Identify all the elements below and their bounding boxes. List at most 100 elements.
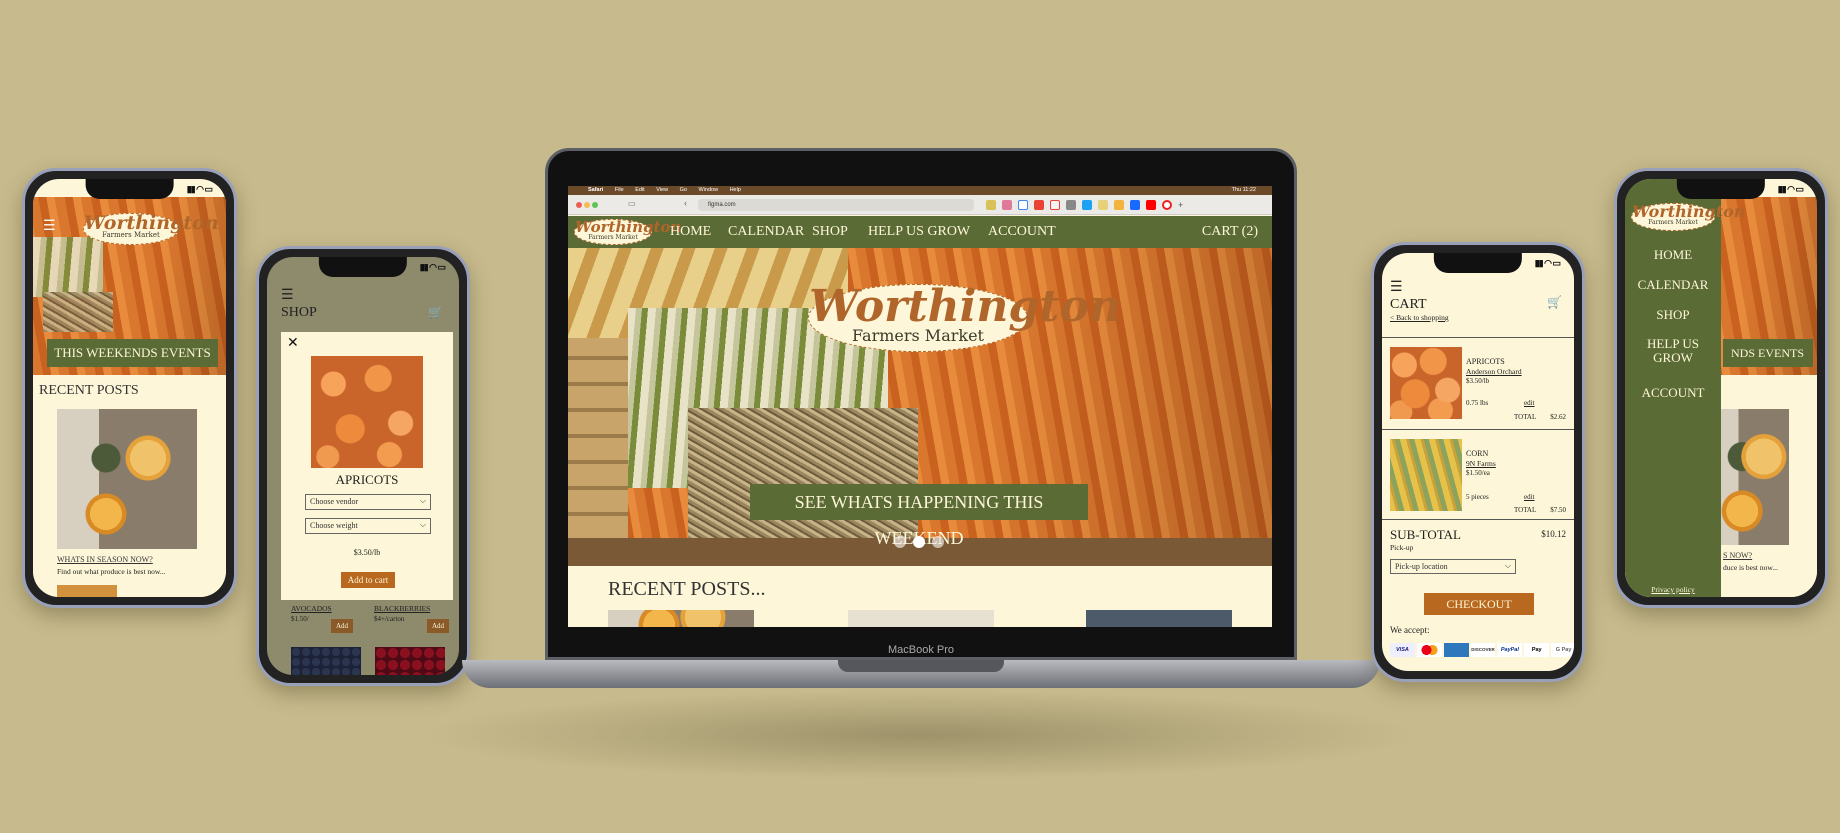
vendor-select[interactable]: Choose vendor ⌵ — [305, 494, 431, 510]
google-icon[interactable] — [1018, 200, 1028, 210]
zoom-window-button[interactable] — [592, 202, 598, 208]
drive-icon[interactable] — [1066, 200, 1076, 210]
menubar-item[interactable]: Window — [698, 187, 718, 193]
grid-item-name[interactable]: BLACKBERRIES — [374, 604, 430, 613]
nav-cart[interactable]: CART (2) — [1202, 224, 1258, 240]
grid-add-button[interactable]: Add — [427, 619, 449, 633]
recent-posts-heading: RECENT POSTS — [39, 383, 139, 398]
site-logo[interactable]: Worthington Farmers Market — [1631, 203, 1745, 231]
hero-cta-button[interactable]: SEE WHATS HAPPENING THIS WEEKEND — [750, 484, 1088, 548]
carousel-dot-active[interactable] — [913, 536, 925, 548]
phone-notch — [318, 257, 408, 277]
post-thumbnail[interactable] — [848, 610, 994, 627]
menu-item-shop[interactable]: SHOP — [1625, 307, 1721, 323]
hamburger-icon[interactable]: ☰ — [281, 287, 294, 303]
laptop-label: MacBook Pro — [887, 644, 955, 656]
hamburger-icon[interactable]: ☰ — [1390, 279, 1403, 295]
product-price: $3.50/lb — [353, 548, 381, 557]
bookmarks-bar: + — [986, 200, 1266, 210]
post-excerpt: duce is best now... — [1723, 563, 1778, 572]
post-thumbnail[interactable] — [1086, 610, 1232, 627]
grid-item-name[interactable]: AVOCADOS — [291, 604, 332, 613]
bookmark-icon[interactable] — [1002, 200, 1012, 210]
menu-item-calendar[interactable]: CALENDAR — [1625, 277, 1721, 293]
post-image[interactable] — [1717, 409, 1789, 545]
menu-item-home[interactable]: HOME — [1625, 247, 1721, 263]
cart-icon[interactable]: 🛒 — [1547, 295, 1562, 309]
minimize-window-button[interactable] — [584, 202, 590, 208]
nav-shop[interactable]: SHOP — [812, 224, 848, 240]
menubar-item[interactable]: File — [615, 187, 624, 193]
hamburger-icon[interactable]: ☰ — [43, 219, 56, 233]
device-shadow — [420, 690, 1420, 780]
close-icon[interactable]: ✕ — [287, 335, 299, 351]
gmail-icon[interactable] — [1050, 200, 1060, 210]
post-title-link[interactable]: S NOW? — [1723, 551, 1752, 560]
menubar-item[interactable]: View — [656, 187, 668, 193]
post-image[interactable] — [57, 409, 197, 549]
back-arrow-icon[interactable]: ‹ — [684, 198, 687, 208]
menu-item-help-us-grow[interactable]: HELP US GROW — [1639, 337, 1707, 365]
cart-item-total: $2.62 — [1550, 413, 1566, 421]
site-logo[interactable]: Worthington Farmers Market — [574, 219, 681, 245]
bookmark-icon[interactable] — [1114, 200, 1124, 210]
shop-title: SHOP — [281, 305, 317, 320]
grid-add-button[interactable]: Add — [331, 619, 353, 633]
discover-icon: DISCOVER — [1470, 643, 1496, 657]
carousel-dots — [894, 536, 954, 548]
cart-item-edit-link[interactable]: edit — [1524, 493, 1535, 501]
phone-shop-screen: ▮▮ ◠ ▭ ☰ SHOP 🛒 ✕ APRICOTS Choose vendor… — [267, 257, 459, 675]
menubar-clock: Thu 11:22 — [1231, 187, 1256, 193]
cart-item-vendor[interactable]: Anderson Orchard — [1466, 367, 1522, 376]
close-window-button[interactable] — [576, 202, 582, 208]
behance-icon[interactable] — [1130, 200, 1140, 210]
menubar-item[interactable]: Go — [680, 187, 687, 193]
post-title-link[interactable]: WHATS IN SEASON NOW? — [57, 555, 153, 564]
privacy-policy-link[interactable]: Privacy policy — [1625, 585, 1721, 594]
bookmark-icon[interactable] — [1034, 200, 1044, 210]
weight-select[interactable]: Choose weight ⌵ — [305, 518, 431, 534]
grid-item-price: $1.50/ — [291, 615, 309, 623]
bookmark-icon[interactable] — [1098, 200, 1108, 210]
nav-account[interactable]: ACCOUNT — [988, 224, 1056, 240]
carousel-dot[interactable] — [894, 536, 906, 548]
subtotal-label: SUB-TOTAL — [1390, 527, 1461, 542]
menubar-item[interactable]: Help — [730, 187, 741, 193]
new-tab-icon[interactable]: + — [1178, 200, 1188, 210]
sidebar-toggle-icon[interactable]: ▭ — [628, 199, 636, 208]
twitter-icon[interactable] — [1082, 200, 1092, 210]
carousel-dot[interactable] — [932, 536, 944, 548]
cart-item-edit-link[interactable]: edit — [1524, 399, 1535, 407]
menu-item-account[interactable]: ACCOUNT — [1625, 385, 1721, 401]
weekend-events-button[interactable]: NDS EVENTS — [1723, 339, 1813, 367]
cart-item-unit-price: $3.50/lb — [1466, 377, 1490, 385]
subtotal-value: $10.12 — [1541, 529, 1566, 539]
nav-help-us-grow[interactable]: HELP US GROW — [868, 224, 970, 240]
cart-item-qty: 5 pieces — [1466, 493, 1489, 501]
product-name: APRICOTS — [335, 472, 399, 487]
menubar-item[interactable]: Safari — [588, 187, 603, 193]
post-excerpt: Find out what produce is best now... — [57, 567, 166, 576]
pickup-location-select[interactable]: Pick-up location ⌵ — [1390, 559, 1516, 574]
weekend-events-button[interactable]: THIS WEEKENDS EVENTS — [47, 339, 218, 367]
site-logo[interactable]: Worthington Farmers Market — [83, 213, 219, 245]
cart-item-image — [1390, 439, 1462, 511]
add-to-cart-button[interactable]: Add to cart — [341, 572, 395, 588]
grid-item-price: $4+/carton — [374, 615, 405, 623]
address-bar[interactable]: figma.com — [698, 199, 974, 211]
nav-home[interactable]: HOME — [670, 224, 711, 240]
bookmark-icon[interactable] — [986, 200, 996, 210]
checkout-button[interactable]: CHECKOUT — [1424, 593, 1534, 615]
nav-calendar[interactable]: CALENDAR — [728, 224, 804, 240]
post-thumbnail[interactable] — [608, 610, 754, 627]
opera-icon[interactable] — [1162, 200, 1172, 210]
phone-cart: ▮▮ ◠ ▭ ☰ CART < Back to shopping 🛒 APRIC… — [1371, 242, 1585, 682]
back-to-shopping-link[interactable]: < Back to shopping — [1390, 313, 1449, 322]
cart-item-vendor[interactable]: 9N Farms — [1466, 459, 1496, 468]
cart-icon[interactable]: 🛒 — [428, 305, 443, 319]
youtube-icon[interactable] — [1146, 200, 1156, 210]
menubar-item[interactable]: Edit — [635, 187, 644, 193]
cart-item-qty: 0.75 lbs — [1466, 399, 1489, 407]
divider — [1382, 337, 1574, 338]
phone-notch — [1433, 253, 1523, 273]
